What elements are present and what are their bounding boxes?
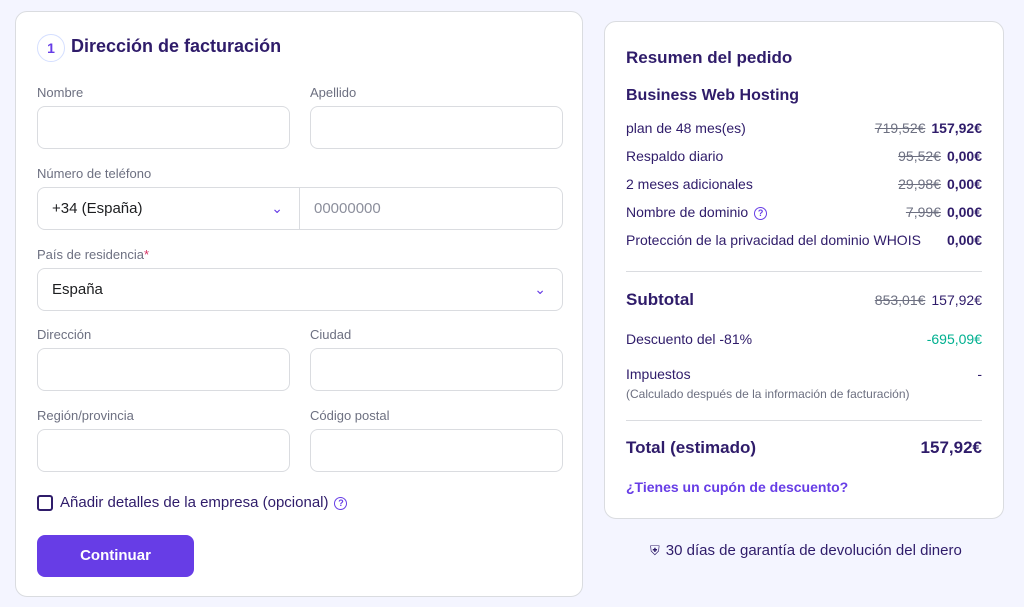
- first-name-input[interactable]: [37, 106, 290, 149]
- discount-row: Descuento del -81%-695,09€: [626, 331, 982, 347]
- continue-button[interactable]: Continuar: [37, 535, 194, 577]
- postal-input[interactable]: [310, 429, 563, 472]
- step-number: 1: [37, 34, 65, 62]
- line-item: plan de 48 mes(es)719,52€157,92€: [626, 120, 982, 136]
- help-icon[interactable]: ?: [334, 497, 347, 510]
- phone-input[interactable]: 00000000: [299, 187, 563, 230]
- country-value: España: [52, 281, 103, 298]
- chevron-down-icon: ⌄: [271, 188, 283, 229]
- region-label: Región/provincia: [37, 408, 134, 423]
- summary-title: Resumen del pedido: [626, 48, 792, 68]
- company-checkbox[interactable]: [37, 495, 53, 511]
- line-item: Respaldo diario95,52€0,00€: [626, 148, 982, 164]
- tax-row: Impuestos-: [626, 366, 982, 382]
- total-row: Total (estimado)157,92€: [626, 438, 982, 458]
- city-label: Ciudad: [310, 327, 351, 342]
- shield-icon: ⛨: [650, 543, 660, 558]
- divider: [626, 271, 982, 272]
- phone-code-value: +34 (España): [52, 200, 142, 217]
- billing-form: 1 Dirección de facturación Nombre Apelli…: [15, 11, 583, 597]
- line-item: Nombre de dominio?7,99€0,00€: [626, 204, 982, 220]
- last-name-input[interactable]: [310, 106, 563, 149]
- product-name: Business Web Hosting: [626, 87, 799, 105]
- phone-code-select[interactable]: +34 (España) ⌄: [37, 187, 300, 230]
- address-label: Dirección: [37, 327, 91, 342]
- guarantee: ⛨30 días de garantía de devolución del d…: [650, 542, 962, 559]
- country-label: País de residencia*: [37, 247, 149, 262]
- phone-label: Número de teléfono: [37, 166, 151, 181]
- help-icon[interactable]: ?: [754, 207, 767, 220]
- address-input[interactable]: [37, 348, 290, 391]
- country-select[interactable]: España ⌄: [37, 268, 563, 311]
- coupon-link[interactable]: ¿Tienes un cupón de descuento?: [626, 479, 848, 495]
- divider: [626, 420, 982, 421]
- postal-label: Código postal: [310, 408, 390, 423]
- tax-note: (Calculado después de la información de …: [626, 387, 910, 401]
- line-item: Protección de la privacidad del dominio …: [626, 232, 982, 248]
- last-name-label: Apellido: [310, 85, 356, 100]
- form-title: Dirección de facturación: [71, 36, 281, 57]
- order-summary: Resumen del pedido Business Web Hosting …: [604, 21, 1004, 519]
- region-input[interactable]: [37, 429, 290, 472]
- subtotal-row: Subtotal853,01€157,92€: [626, 290, 982, 310]
- line-item: 2 meses adicionales29,98€0,00€: [626, 176, 982, 192]
- chevron-down-icon: ⌄: [534, 269, 546, 310]
- first-name-label: Nombre: [37, 85, 83, 100]
- city-input[interactable]: [310, 348, 563, 391]
- company-checkbox-label: Añadir detalles de la empresa (opcional)…: [60, 494, 347, 511]
